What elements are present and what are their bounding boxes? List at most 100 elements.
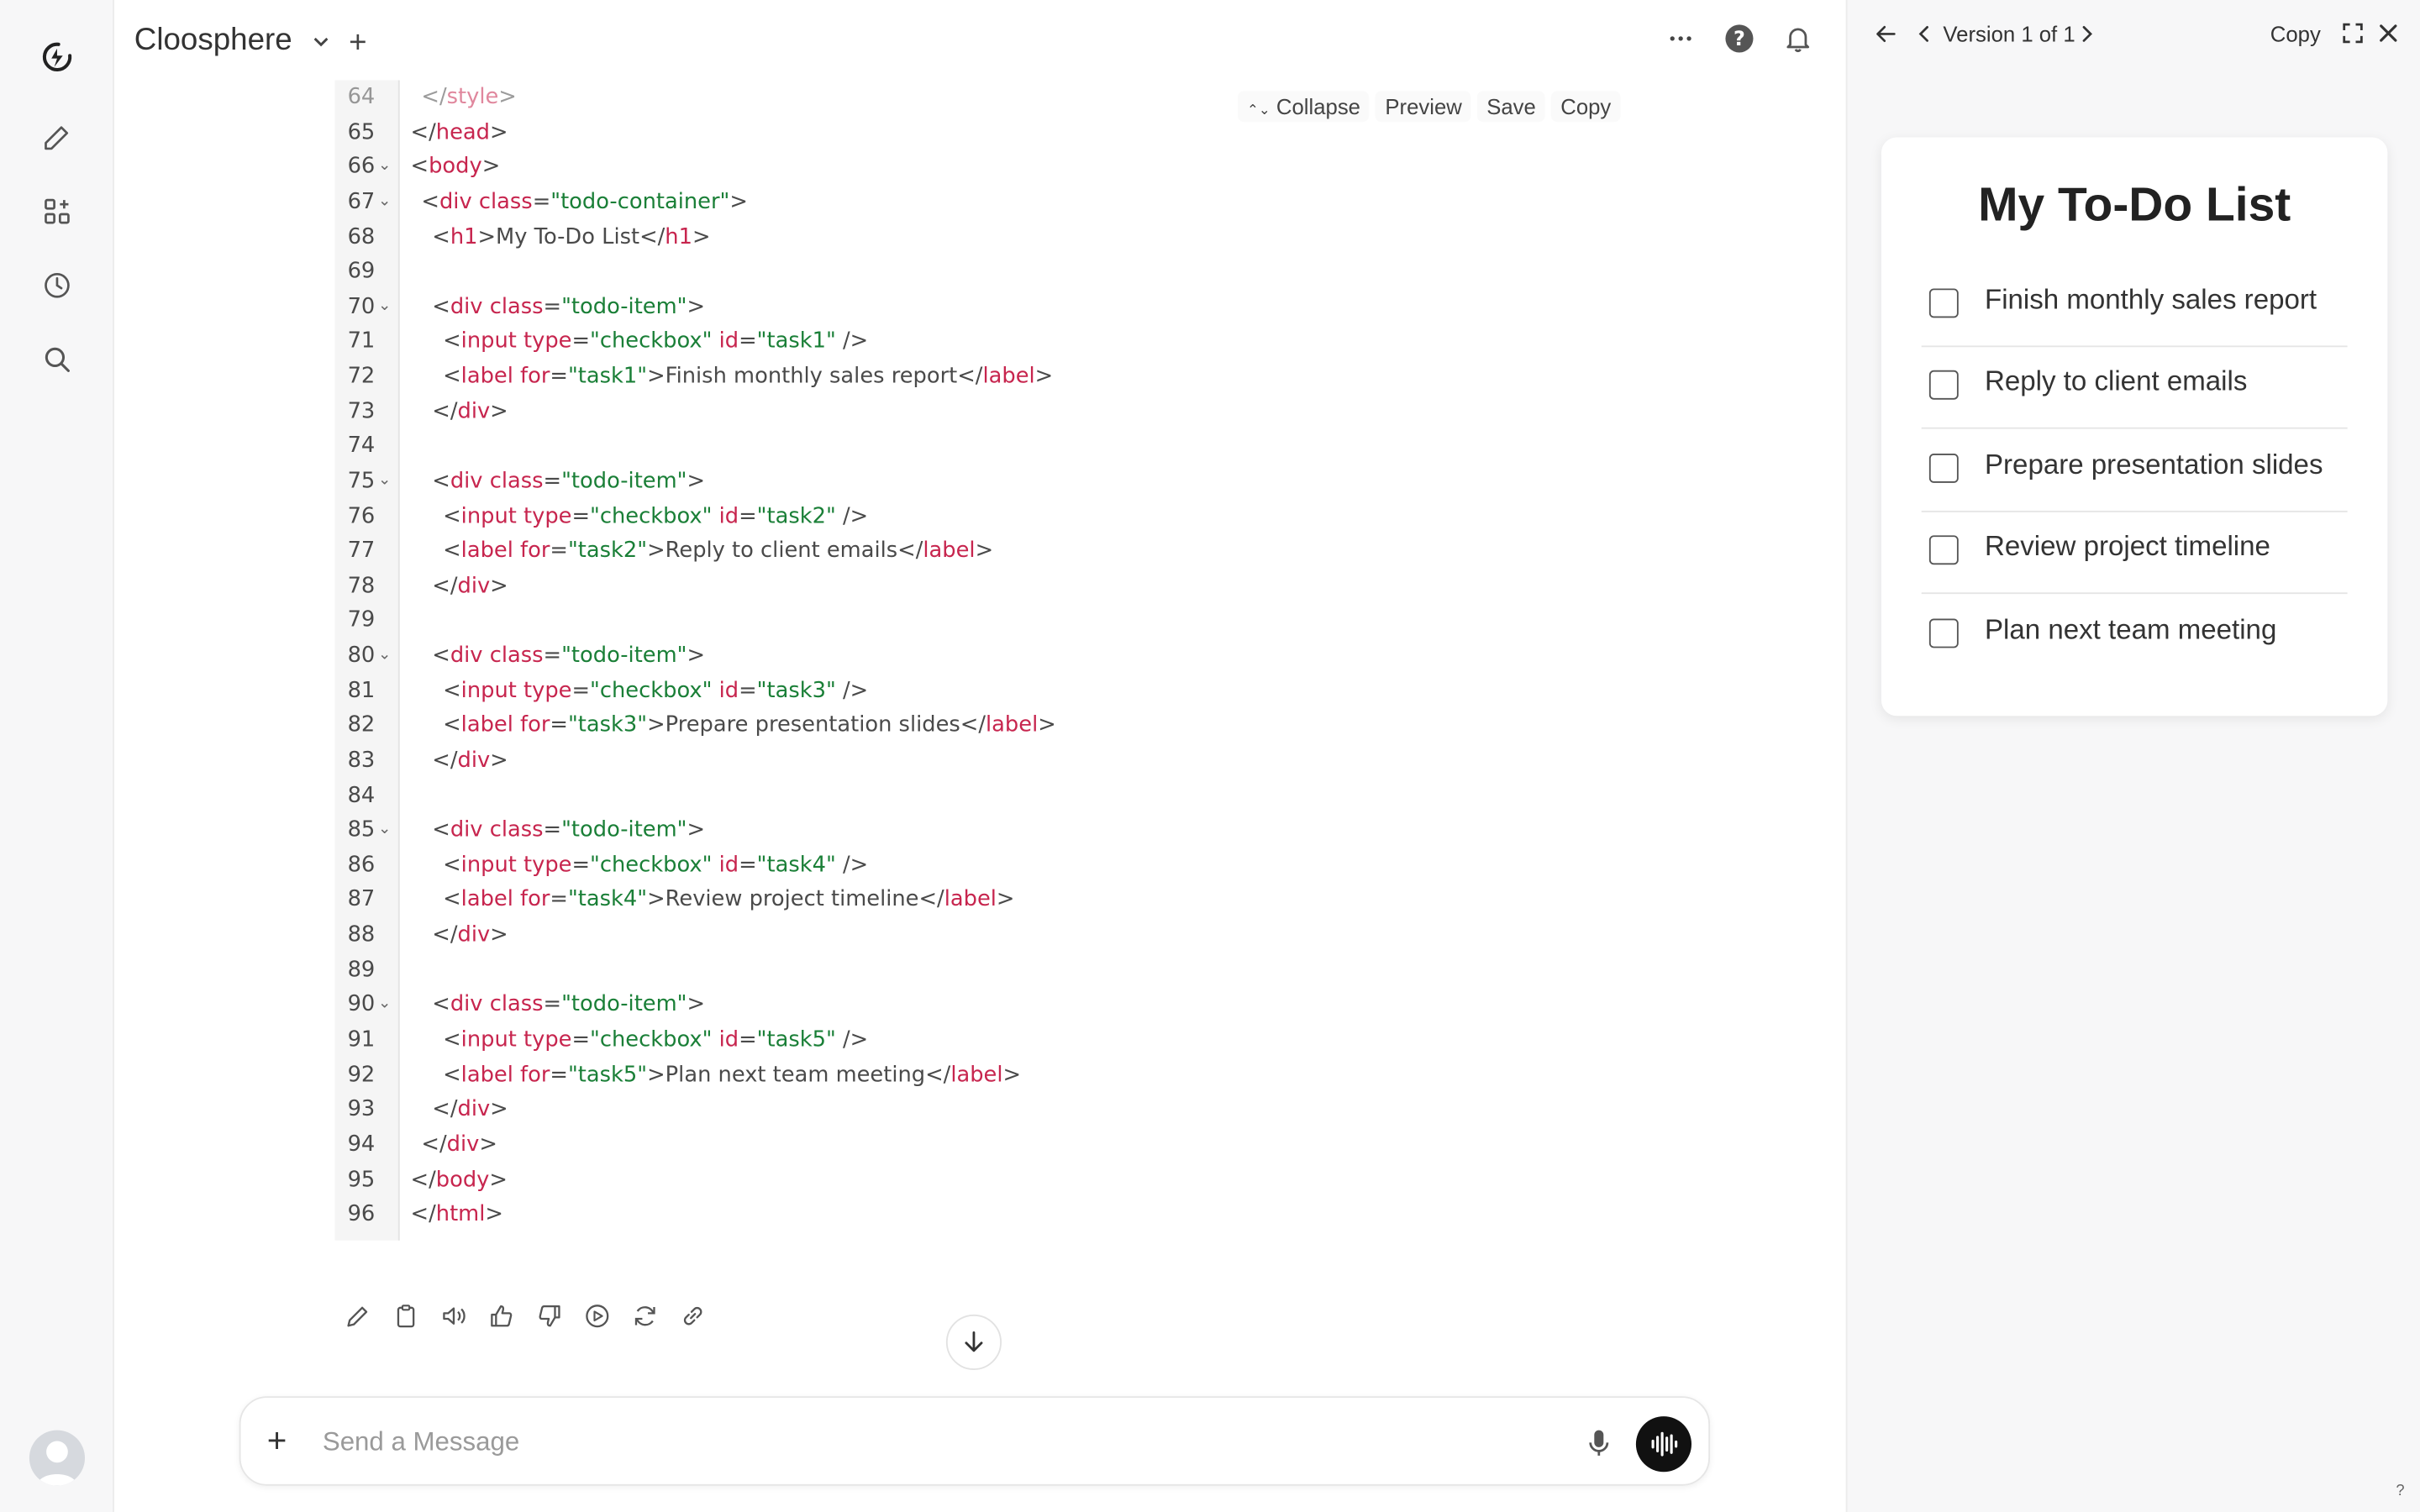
history-icon[interactable]	[26, 255, 87, 316]
scroll-to-bottom-button[interactable]	[945, 1314, 1002, 1370]
next-version-chevron-icon[interactable]	[2075, 22, 2097, 55]
chevron-down-icon	[314, 36, 329, 46]
attach-plus-icon[interactable]: +	[267, 1423, 287, 1457]
todo-label[interactable]: Prepare presentation slides	[1985, 449, 2323, 481]
todo-checkbox[interactable]	[1928, 288, 1959, 318]
app-logo-icon[interactable]	[26, 26, 87, 87]
preview-title: My To-Do List	[1978, 177, 2291, 232]
fold-chevron-icon[interactable]: ⌄	[378, 290, 391, 323]
todo-label[interactable]: Reply to client emails	[1985, 366, 2247, 399]
code-text: <input type="checkbox" id="task3" />	[443, 678, 869, 703]
line-number: 70	[347, 294, 376, 319]
copy-artifact-button[interactable]: Copy	[2270, 22, 2321, 46]
fold-chevron-icon[interactable]: ⌄	[378, 988, 391, 1021]
todo-item: Plan next team meeting	[1922, 595, 2348, 676]
thumbs-up-icon[interactable]	[487, 1299, 516, 1333]
copy-code-button[interactable]: Copy	[1551, 91, 1621, 123]
save-button[interactable]: Save	[1477, 91, 1545, 123]
share-link-icon[interactable]	[677, 1299, 707, 1333]
help-icon[interactable]: ?	[1723, 22, 1756, 55]
line-number: 81	[347, 678, 376, 703]
back-arrow-icon[interactable]	[1872, 20, 1900, 55]
line-number: 79	[347, 608, 376, 633]
line-number: 85	[347, 817, 376, 843]
todo-label[interactable]: Plan next team meeting	[1985, 613, 2276, 646]
workspace-selector[interactable]: Cloosphere	[134, 24, 333, 59]
previous-version-chevron-icon[interactable]	[1914, 22, 1936, 55]
line-number: 73	[347, 399, 376, 424]
line-number: 84	[347, 783, 376, 808]
collapse-button[interactable]: ⌃⌄ Collapse	[1238, 91, 1370, 123]
new-chat-icon[interactable]	[26, 107, 87, 168]
line-number: 75	[347, 469, 376, 494]
code-text: </div>	[432, 922, 508, 948]
close-icon[interactable]	[2377, 22, 2401, 53]
line-number: 68	[347, 224, 376, 249]
todo-checkbox[interactable]	[1928, 453, 1959, 483]
line-number: 64	[347, 85, 376, 110]
artifact-panel: Version 1 of 1 Copy My To-Do List Finish…	[1845, 0, 2420, 1512]
todo-checkbox[interactable]	[1928, 535, 1959, 565]
code-text: <label for="task1">Finish monthly sales …	[443, 364, 1054, 389]
code-text: </div>	[432, 748, 508, 774]
code-text: <input type="checkbox" id="task2" />	[443, 503, 869, 529]
workspace-icon[interactable]	[26, 181, 87, 242]
top-bar: Cloosphere + ?	[114, 0, 1846, 87]
todo-checkbox[interactable]	[1928, 617, 1959, 648]
code-text: </style>	[421, 85, 517, 110]
todo-label[interactable]: Review project timeline	[1985, 531, 2270, 564]
fold-chevron-icon[interactable]: ⌄	[378, 813, 391, 847]
line-number: 96	[347, 1202, 376, 1227]
todo-label[interactable]: Finish monthly sales report	[1985, 284, 2317, 317]
todo-item: Prepare presentation slides	[1921, 430, 2348, 512]
code-text: <input type="checkbox" id="task4" />	[443, 853, 869, 878]
message-input[interactable]	[322, 1422, 1527, 1463]
line-number: 78	[347, 573, 376, 599]
code-text: </head>	[410, 119, 508, 144]
preview-card: My To-Do List Finish monthly sales repor…	[1881, 137, 2388, 717]
code-text: <div class="todo-item">	[432, 469, 706, 494]
code-text: <body>	[410, 155, 501, 180]
panel-header: Version 1 of 1 Copy	[1848, 0, 2420, 71]
code-text: <input type="checkbox" id="task1" />	[443, 328, 869, 354]
code-text: <input type="checkbox" id="task5" />	[443, 1027, 869, 1053]
code-text: <h1>My To-Do List</h1>	[432, 224, 711, 249]
line-number: 86	[347, 853, 376, 878]
new-tab-plus-icon[interactable]: +	[349, 28, 366, 59]
microphone-icon[interactable]	[1583, 1425, 1614, 1467]
voice-mode-button[interactable]	[1635, 1416, 1692, 1473]
line-number: 82	[347, 713, 376, 738]
line-number: 74	[347, 433, 376, 459]
arrow-down-icon	[965, 1331, 983, 1352]
todo-checkbox[interactable]	[1928, 370, 1959, 401]
code-text: </div>	[432, 399, 508, 424]
read-aloud-speaker-icon[interactable]	[439, 1299, 468, 1333]
fold-chevron-icon[interactable]: ⌄	[378, 150, 391, 184]
line-number: 66	[347, 155, 376, 180]
fold-chevron-icon[interactable]: ⌄	[378, 639, 391, 673]
more-options-icon[interactable]	[1664, 22, 1697, 55]
fullscreen-expand-icon[interactable]	[2341, 22, 2365, 53]
user-avatar[interactable]	[29, 1430, 86, 1486]
version-label: Version 1 of 1	[1943, 21, 2075, 47]
regenerate-icon[interactable]	[629, 1299, 659, 1333]
line-number: 91	[347, 1027, 376, 1053]
message-actions	[343, 1299, 707, 1333]
code-text: <div class="todo-item">	[432, 294, 706, 319]
left-rail	[0, 0, 114, 1512]
code-text: </body>	[410, 1167, 508, 1192]
fold-chevron-icon[interactable]: ⌄	[378, 465, 391, 498]
todo-item: Reply to client emails	[1921, 348, 2348, 430]
continue-play-icon[interactable]	[581, 1299, 611, 1333]
fold-chevron-icon[interactable]: ⌄	[378, 185, 391, 218]
thumbs-down-icon[interactable]	[534, 1299, 563, 1333]
preview-button[interactable]: Preview	[1376, 91, 1471, 123]
code-text: <label for="task5">Plan next team meetin…	[443, 1062, 1022, 1088]
copy-clipboard-icon[interactable]	[391, 1299, 420, 1333]
notifications-bell-icon[interactable]	[1781, 22, 1815, 55]
edit-pencil-icon[interactable]	[343, 1299, 372, 1333]
help-question-mark[interactable]: ?	[2396, 1483, 2404, 1499]
search-icon[interactable]	[26, 328, 87, 390]
line-number: 71	[347, 328, 376, 354]
line-number: 90	[347, 992, 376, 1018]
